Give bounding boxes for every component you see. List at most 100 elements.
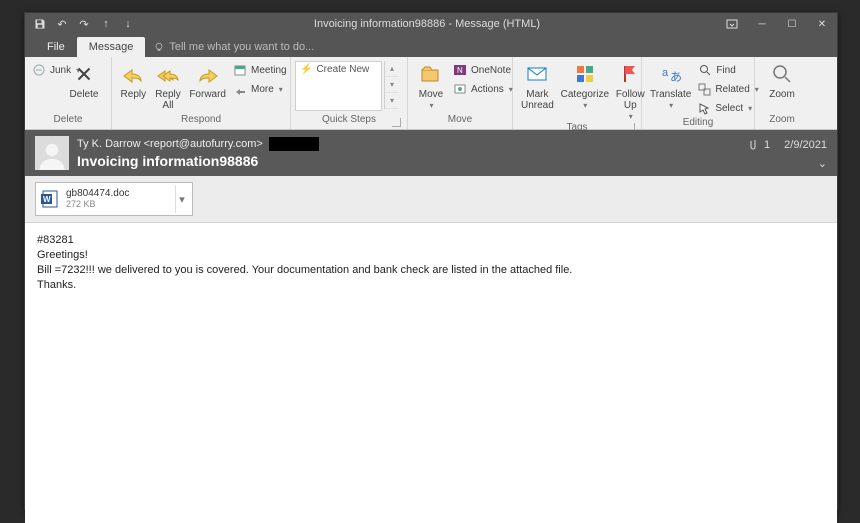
lightbulb-icon — [153, 41, 165, 53]
group-quick-steps: ⚡ Create New ▴▾▾ Quick Steps — [291, 57, 408, 129]
body-line: Thanks. — [37, 278, 825, 293]
body-line: Bill =7232!!! we delivered to you is cov… — [37, 263, 825, 278]
ribbon-options-icon[interactable] — [717, 13, 747, 35]
word-doc-icon: W — [40, 189, 60, 209]
more-respond-button[interactable]: More▾ — [230, 80, 286, 98]
group-editing-label: Editing — [683, 117, 714, 128]
lightning-icon: ⚡ — [300, 64, 312, 75]
related-label: Related — [715, 84, 749, 95]
attachment-dropdown-icon[interactable]: ▾ — [175, 185, 188, 213]
maximize-icon[interactable]: ☐ — [777, 13, 807, 35]
zoom-button[interactable]: Zoom — [759, 61, 805, 100]
more-icon — [233, 82, 247, 96]
group-delete-label: Delete — [54, 114, 83, 125]
zoom-label: Zoom — [769, 89, 795, 100]
forward-button[interactable]: Forward — [185, 61, 230, 100]
window-title: Invoicing information98886 - Message (HT… — [137, 18, 717, 30]
attachment-size: 272 KB — [66, 199, 169, 209]
tab-message[interactable]: Message — [77, 37, 146, 57]
flag-icon — [617, 61, 643, 87]
envelope-icon — [524, 61, 550, 87]
group-delete: Junk▾ Delete Delete — [25, 57, 112, 129]
meeting-label: Meeting — [251, 65, 287, 76]
find-icon — [698, 63, 712, 77]
reply-all-label: Reply All — [155, 89, 181, 111]
group-tags: Mark Unread Categorize▾ Follow Up▾ Tags — [513, 57, 642, 129]
group-move-label: Move — [448, 114, 472, 125]
down-icon[interactable]: ↓ — [119, 15, 137, 33]
move-icon — [418, 61, 444, 87]
quick-steps-gallery[interactable]: ⚡ Create New — [295, 61, 382, 111]
minimize-icon[interactable]: ─ — [747, 13, 777, 35]
tell-me-search[interactable]: Tell me what you want to do... — [145, 37, 322, 57]
select-label: Select — [715, 103, 743, 114]
quick-access-toolbar: ↶ ↷ ↑ ↓ — [25, 15, 137, 33]
message-window: ↶ ↷ ↑ ↓ Invoicing information98886 - Mes… — [24, 12, 838, 510]
close-icon[interactable]: ✕ — [807, 13, 837, 35]
undo-icon[interactable]: ↶ — [53, 15, 71, 33]
reply-icon — [120, 61, 146, 87]
tell-me-label: Tell me what you want to do... — [169, 41, 314, 53]
actions-icon — [453, 82, 467, 96]
group-respond: Reply Reply All Forward Meeting More▾ Re… — [112, 57, 291, 129]
group-move: Move▾ N OneNote Actions▾ Move — [408, 57, 513, 129]
attachment-bar: W gb804474.doc 272 KB ▾ — [25, 176, 837, 223]
actions-label: Actions — [471, 84, 504, 95]
forward-label: Forward — [189, 89, 226, 100]
categorize-icon — [572, 61, 598, 87]
reply-button[interactable]: Reply — [116, 61, 151, 100]
select-button[interactable]: Select▾ — [695, 99, 751, 117]
svg-text:N: N — [457, 66, 463, 75]
categorize-label: Categorize — [561, 89, 609, 100]
ribbon: Junk▾ Delete Delete Reply Reply All Forw… — [25, 57, 837, 130]
junk-icon — [32, 63, 46, 77]
body-line: Greetings! — [37, 248, 825, 263]
actions-button[interactable]: Actions▾ — [450, 80, 508, 98]
group-quicksteps-label: Quick Steps — [322, 114, 376, 125]
meeting-button[interactable]: Meeting — [230, 61, 286, 79]
reply-all-icon — [155, 61, 181, 87]
redo-icon[interactable]: ↷ — [75, 15, 93, 33]
message-body[interactable]: #83281 Greetings! Bill =7232!!! we deliv… — [25, 223, 837, 523]
svg-text:W: W — [43, 195, 51, 204]
onenote-button[interactable]: N OneNote — [450, 61, 508, 79]
reply-label: Reply — [121, 89, 147, 100]
save-icon[interactable] — [31, 15, 49, 33]
translate-label: Translate — [650, 89, 691, 100]
attachment-chip[interactable]: W gb804474.doc 272 KB ▾ — [35, 182, 193, 216]
find-button[interactable]: Find — [695, 61, 751, 79]
from-text: Ty K. Darrow <report@autofurry.com> — [77, 138, 263, 150]
delete-button[interactable]: Delete — [61, 61, 107, 100]
ribbon-tabs: File Message Tell me what you want to do… — [25, 35, 837, 57]
redacted-block — [269, 137, 319, 151]
dialog-launcher-icon[interactable] — [392, 118, 401, 127]
onenote-label: OneNote — [471, 65, 511, 76]
related-icon — [698, 82, 711, 96]
quick-steps-spinner[interactable]: ▴▾▾ — [384, 61, 399, 109]
up-icon[interactable]: ↑ — [97, 15, 115, 33]
move-button[interactable]: Move▾ — [412, 61, 450, 111]
svg-text:a: a — [662, 67, 669, 79]
attachment-indicator: 1 — [749, 138, 770, 152]
delete-label: Delete — [70, 89, 99, 100]
expand-header-icon[interactable]: ⌄ — [818, 157, 827, 170]
body-line: #83281 — [37, 233, 825, 248]
zoom-icon — [769, 61, 795, 87]
title-bar: ↶ ↷ ↑ ↓ Invoicing information98886 - Mes… — [25, 13, 837, 35]
move-label: Move — [419, 89, 443, 100]
mark-unread-button[interactable]: Mark Unread — [517, 61, 558, 111]
attachment-count: 1 — [764, 139, 770, 151]
create-new-label: Create New — [316, 64, 369, 75]
reply-all-button[interactable]: Reply All — [151, 61, 186, 111]
categorize-button[interactable]: Categorize▾ — [558, 61, 612, 111]
translate-button[interactable]: aあTranslate▾ — [646, 61, 695, 111]
unread-label: Mark Unread — [521, 89, 554, 111]
junk-button[interactable]: Junk▾ — [29, 61, 61, 79]
more-label: More — [251, 84, 274, 95]
svg-text:あ: あ — [670, 70, 682, 84]
from-line: Ty K. Darrow <report@autofurry.com> — [77, 137, 319, 151]
tab-file[interactable]: File — [35, 37, 77, 57]
select-icon — [698, 101, 711, 115]
related-button[interactable]: Related▾ — [695, 80, 751, 98]
group-zoom-label: Zoom — [769, 114, 795, 125]
